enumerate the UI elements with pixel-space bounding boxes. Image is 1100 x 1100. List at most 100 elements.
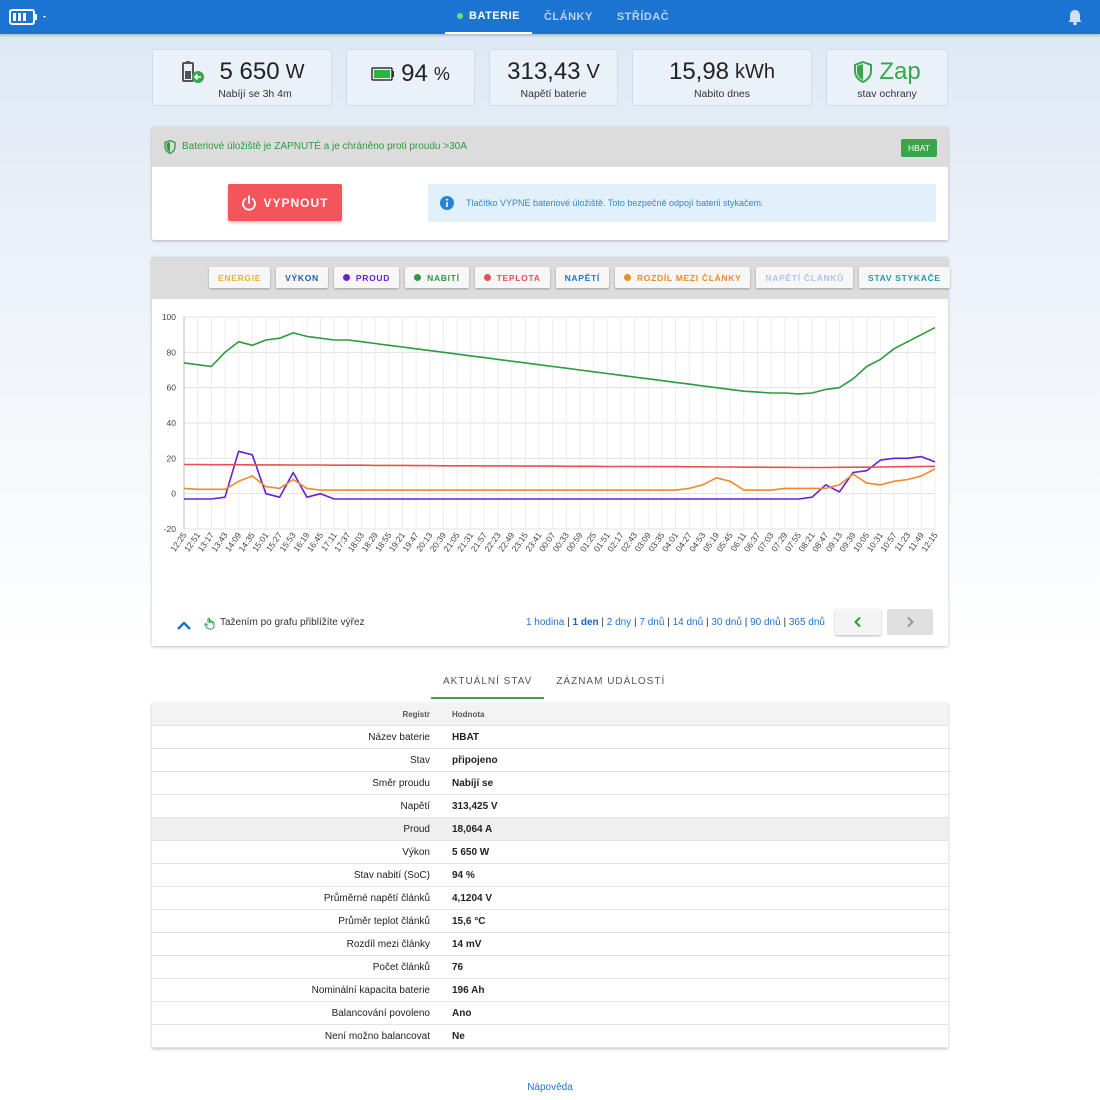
series-filter-button[interactable]: PROUD [333,267,400,288]
tab-current-state[interactable]: AKTUÁLNÍ STAV [431,670,545,699]
series-line [184,463,936,469]
series-filter-button[interactable]: ENERGIE [209,267,271,288]
y-tick-label: 80 [167,347,177,357]
stat-card-energy: 15,98 kWh Nabito dnes [632,49,812,106]
power-icon [242,194,257,210]
register-value: 313,425 V [452,800,498,812]
series-filter-button[interactable]: VÝKON [276,267,328,288]
battery-name-badge: HBAT [900,139,937,157]
time-range-link[interactable]: 1 hodina [526,617,564,628]
history-chart[interactable]: -2002040608010012:2512:5113:1713:4314:09… [152,305,948,605]
voltage-unit: V [586,60,600,83]
chevron-up-icon[interactable] [176,619,192,631]
register-table: Registr Hodnota Název baterie HBAT Stav při… [152,703,948,1048]
series-filter-label: NABITÍ [427,272,460,283]
nav-tab-clanky[interactable]: ČLÁNKY [532,0,605,34]
energy-unit: kWh [735,60,776,83]
series-filter-button[interactable]: NAPĚTÍ ČLÁNKŮ [756,267,853,288]
series-filter-button[interactable]: ROZDÍL MEZI ČLÁNKY [614,267,751,288]
energy-value: 15,98 [668,58,730,85]
table-row: Stav připojeno [152,749,948,772]
tab-event-log[interactable]: ZÁZNAM UDÁLOSTÍ [544,670,677,699]
register-value: Ne [452,1030,465,1042]
table-row: Rozdíl mezi články 14 mV [152,933,948,956]
power-unit: W [285,60,305,83]
info-message: Tlačítko VYPNE bateriové úložiště. Toto … [428,184,936,222]
register-value: připojeno [452,754,498,766]
register-name: Není možno balancovat [324,1030,430,1042]
series-filter-button[interactable]: NAPĚTÍ [555,267,609,288]
soc-unit: % [433,63,450,84]
time-range-selector: 1 hodina | 1 den | 2 dny | 7 dnů | 14 dn… [526,617,825,628]
series-filter-label: PROUD [355,272,391,283]
time-range-link[interactable]: 30 dnů [711,617,742,628]
series-filter-button[interactable]: TEPLOTA [474,267,550,288]
turn-off-label: VYPNOUT [263,195,329,210]
energy-label: Nabito dnes [693,88,751,100]
y-tick-label: 60 [167,383,177,393]
chevron-left-icon [854,616,861,628]
zoom-hint: Tažením po grafu přiblížíte výřez [220,617,365,628]
main-nav: BATERIE ČLÁNKY STŘÍDAČ [445,0,681,34]
register-value: Nabíjí se [452,777,494,789]
help-link[interactable]: Nápověda [0,1082,1100,1093]
series-filter-label: NAPĚTÍ ČLÁNKŮ [765,272,844,283]
turn-off-button[interactable]: VYPNOUT [228,184,342,221]
y-tick-label: 20 [167,453,177,463]
range-separator: | [741,617,751,628]
register-name: Počet článků [372,961,430,973]
series-dot-icon [623,274,631,281]
series-filters: ENERGIE VÝKON PROUD NABITÍ TEPLOTA NAPĚTÍ ROZD… [209,267,956,288]
table-header: Registr Hodnota [152,703,948,726]
y-tick-label: -20 [164,524,177,534]
time-range-link[interactable]: 90 dnů [750,617,781,628]
series-filter-button[interactable]: STAV STYKAČE [859,267,950,288]
table-row: Není možno balancovat Ne [152,1025,948,1048]
top-bar: BATERIE ČLÁNKY STŘÍDAČ [0,0,1100,34]
series-dot-icon [414,274,422,281]
register-name: Stav nabití (SoC) [353,869,430,881]
battery-charging-icon [181,61,204,83]
table-row: Název baterie HBAT [152,726,948,749]
register-name: Průměrné napětí článků [323,892,430,904]
bell-icon[interactable] [1066,8,1084,26]
series-filter-button[interactable]: NABITÍ [405,267,469,288]
nav-tab-label: BATERIE [469,10,520,22]
series-filter-label: ROZDÍL MEZI ČLÁNKY [636,272,742,283]
prev-page-button[interactable] [835,609,881,635]
series-dot-icon [342,274,350,281]
column-header-register: Registr [402,709,430,719]
register-value: 14 mV [452,938,482,950]
nav-tab-stridac[interactable]: STŘÍDAČ [605,0,681,34]
time-range-link[interactable]: 14 dnů [673,617,704,628]
detail-tabs: AKTUÁLNÍ STAV ZÁZNAM UDÁLOSTÍ [431,670,677,699]
time-range-link[interactable]: 7 dnů [639,617,664,628]
register-value: Ano [452,1007,472,1019]
register-value: 94 % [452,869,475,881]
time-range-link[interactable]: 2 dny [607,617,631,628]
battery-logo-icon[interactable] [9,7,49,27]
table-row: Průměrné napětí článků 4,1204 V [152,887,948,910]
shield-icon [164,140,176,154]
register-value: 76 [452,961,464,973]
chevron-right-icon [907,616,914,628]
power-value: 5 650 [219,58,280,85]
stat-card-soc: 94 % [346,49,475,106]
power-status: Nabíjí se 3h 4m [218,88,292,100]
series-line [183,326,936,395]
nav-tab-baterie[interactable]: BATERIE [445,0,532,34]
series-filter-label: STAV STYKAČE [868,272,941,283]
battery-full-icon [371,67,395,81]
register-name: Balancování povoleno [331,1007,430,1019]
protection-value: Zap [879,58,921,85]
time-range-link[interactable]: 365 dnů [789,617,825,628]
register-name: Stav [409,754,430,766]
chart-card: ENERGIE VÝKON PROUD NABITÍ TEPLOTA NAPĚTÍ ROZD… [152,257,950,646]
register-name: Průměr teplot článků [338,915,430,927]
register-name: Proud [403,823,430,835]
register-value: 18,064 A [452,823,493,835]
next-page-button[interactable] [887,609,933,635]
shield-icon [854,61,873,83]
info-icon [440,196,454,210]
time-range-link[interactable]: 1 den [573,617,599,628]
